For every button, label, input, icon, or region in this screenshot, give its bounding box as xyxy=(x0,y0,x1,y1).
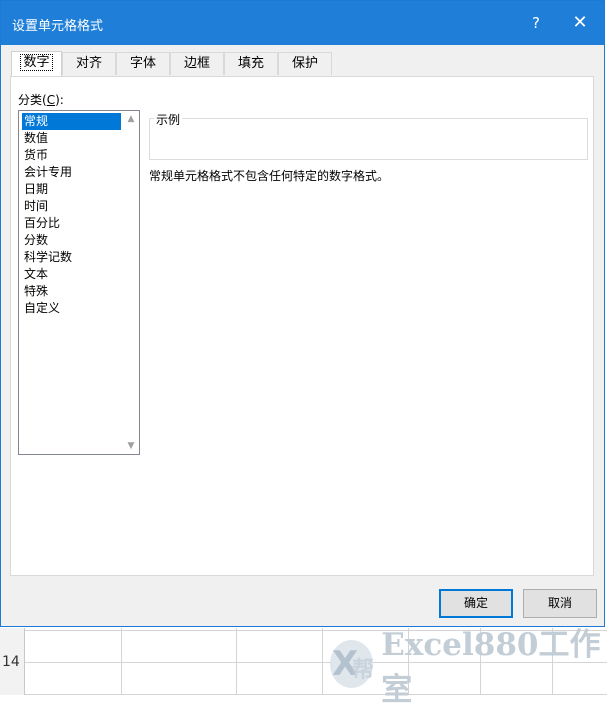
grid-line xyxy=(121,628,122,695)
title-bar[interactable]: 设置单元格格式 ? ✕ xyxy=(1,1,604,45)
category-item-percentage[interactable]: 百分比 xyxy=(22,215,121,232)
grid-line xyxy=(236,628,237,695)
watermark: X 帮 Excel880工作室 xyxy=(330,627,607,708)
category-item-text[interactable]: 文本 xyxy=(22,266,121,283)
watermark-logo: X 帮 xyxy=(330,640,375,688)
category-item-number[interactable]: 数值 xyxy=(22,130,121,147)
tab-label: 填充 xyxy=(237,56,264,71)
format-cells-dialog: 设置单元格格式 ? ✕ 数字 对齐 字体 边框 填充 保护 分类(C): 常规 … xyxy=(0,0,605,627)
sample-label: 示例 xyxy=(154,111,183,128)
scroll-up-arrow-icon[interactable]: ▲ xyxy=(123,111,139,127)
ok-button[interactable]: 确定 xyxy=(439,589,513,618)
scroll-down-arrow-icon[interactable]: ▼ xyxy=(123,438,139,454)
category-label-accelerator: C xyxy=(46,93,56,107)
category-item-date[interactable]: 日期 xyxy=(22,181,121,198)
tab-border[interactable]: 边框 xyxy=(170,52,224,75)
tab-label: 字体 xyxy=(129,56,156,71)
category-item-accounting[interactable]: 会计专用 xyxy=(22,164,121,181)
dialog-title: 设置单元格格式 xyxy=(12,19,104,34)
category-list[interactable]: 常规 数值 货币 会计专用 日期 时间 百分比 分数 科学记数 文本 特殊 自定… xyxy=(18,110,140,455)
row-header[interactable]: 14 xyxy=(0,628,25,695)
watermark-text: Excel880工作室 xyxy=(381,627,601,708)
format-description: 常规单元格格式不包含任何特定的数字格式。 xyxy=(149,169,390,183)
tab-protection[interactable]: 保护 xyxy=(278,52,332,75)
category-scrollbar[interactable]: ▲ ▼ xyxy=(123,111,139,454)
tab-number[interactable]: 数字 xyxy=(11,51,62,77)
category-item-custom[interactable]: 自定义 xyxy=(22,300,121,317)
watermark-logo-char: 帮 xyxy=(352,658,375,683)
tab-label: 边框 xyxy=(183,56,210,71)
tab-fill[interactable]: 填充 xyxy=(224,52,278,75)
number-tab-panel: 分类(C): 常规 数值 货币 会计专用 日期 时间 百分比 分数 科学记数 文… xyxy=(10,76,594,576)
category-item-fraction[interactable]: 分数 xyxy=(22,232,121,249)
tab-label: 保护 xyxy=(291,56,318,71)
close-button[interactable]: ✕ xyxy=(562,11,598,35)
row-number: 14 xyxy=(2,654,20,670)
help-button[interactable]: ? xyxy=(521,11,551,35)
category-item-time[interactable]: 时间 xyxy=(22,198,121,215)
category-item-currency[interactable]: 货币 xyxy=(22,147,121,164)
tab-label: 数字 xyxy=(20,54,53,71)
tab-font[interactable]: 字体 xyxy=(116,52,170,75)
tab-alignment[interactable]: 对齐 xyxy=(62,52,116,75)
cancel-button[interactable]: 取消 xyxy=(523,589,597,618)
category-label-suffix: ): xyxy=(55,93,64,107)
tab-label: 对齐 xyxy=(75,56,102,71)
category-item-special[interactable]: 特殊 xyxy=(22,283,121,300)
category-label-prefix: 分类( xyxy=(18,93,47,107)
category-item-general[interactable]: 常规 xyxy=(22,113,121,130)
category-label: 分类(C): xyxy=(18,91,64,108)
category-item-scientific[interactable]: 科学记数 xyxy=(22,249,121,266)
grid-line xyxy=(322,628,323,695)
sample-group: 示例 xyxy=(149,111,588,160)
